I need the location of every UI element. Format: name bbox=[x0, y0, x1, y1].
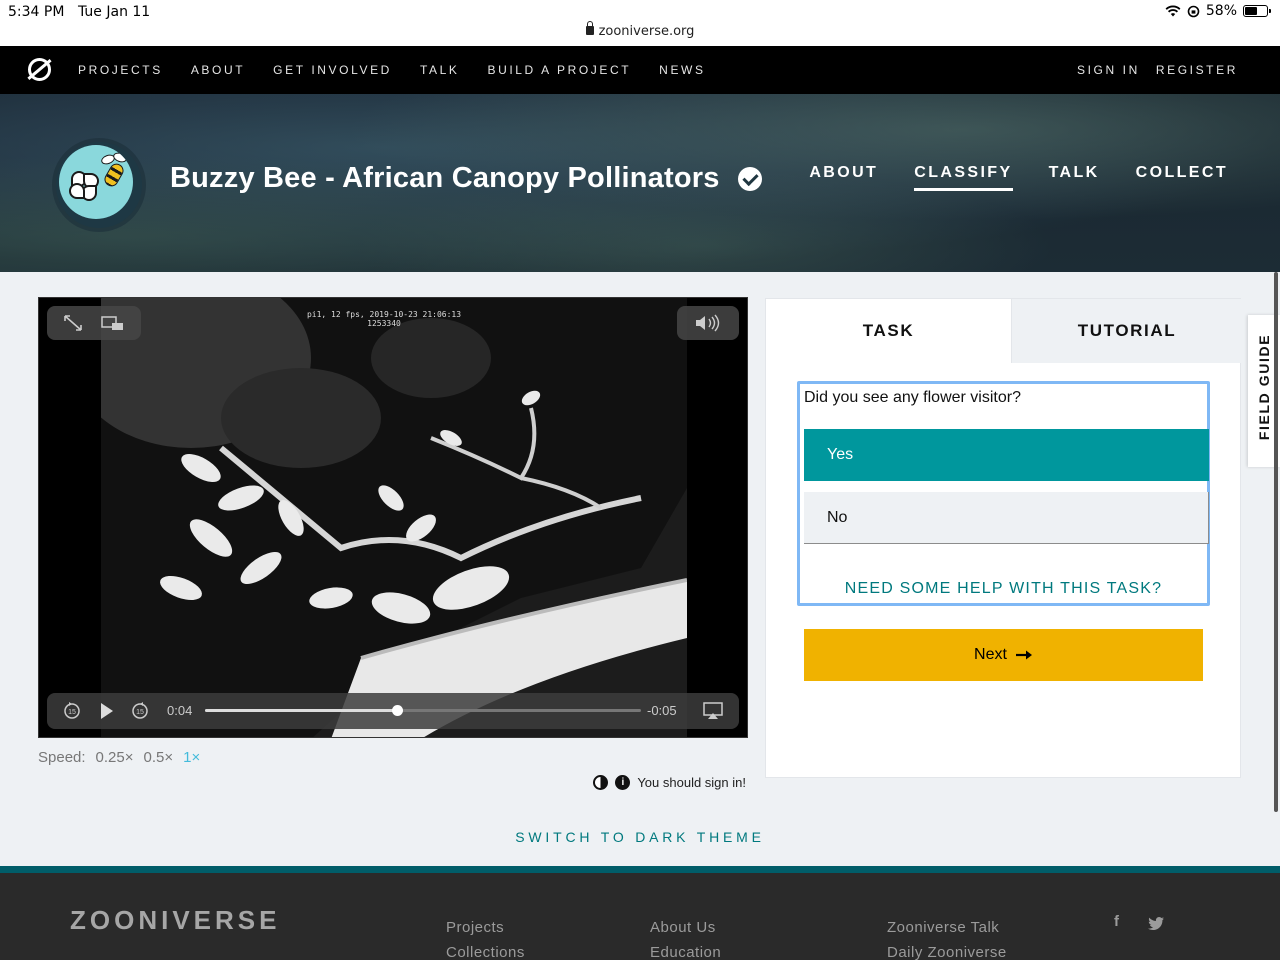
info-icon[interactable]: i bbox=[615, 775, 631, 790]
nav-news[interactable]: NEWS bbox=[659, 63, 705, 77]
nav-about[interactable]: ABOUT bbox=[191, 63, 245, 77]
task-tabs: TASK TUTORIAL bbox=[766, 299, 1242, 363]
facebook-icon[interactable]: f bbox=[1114, 913, 1119, 930]
footer: ZOONIVERSE Projects Collections About Us… bbox=[0, 866, 1280, 960]
battery-percent: 58% bbox=[1205, 3, 1237, 19]
signin-notice: i You should sign in! bbox=[593, 775, 746, 790]
project-nav-talk[interactable]: TALK bbox=[1049, 164, 1100, 191]
footer-link-daily-zooniverse[interactable]: Daily Zooniverse bbox=[887, 940, 1007, 960]
elapsed-time: 0:04 bbox=[167, 703, 193, 718]
scrubber-handle[interactable] bbox=[391, 705, 403, 716]
flower-branch-image bbox=[71, 298, 688, 737]
nav-get-involved[interactable]: GET INVOLVED bbox=[273, 63, 392, 77]
answer-yes[interactable]: Yes bbox=[804, 429, 1209, 481]
play-icon[interactable] bbox=[99, 702, 115, 720]
fullscreen-icon[interactable] bbox=[63, 314, 83, 332]
twitter-icon[interactable] bbox=[1148, 917, 1164, 930]
scrubber-progress bbox=[205, 709, 397, 712]
arrow-right-icon bbox=[1015, 650, 1032, 660]
project-header: Buzzy Bee - African Canopy Pollinators A… bbox=[0, 94, 1280, 272]
video-scrubber[interactable] bbox=[205, 705, 641, 716]
rewind-15-icon[interactable]: 15 bbox=[63, 702, 81, 720]
project-avatar[interactable] bbox=[56, 142, 142, 228]
contrast-icon[interactable] bbox=[593, 775, 609, 790]
svg-text:15: 15 bbox=[136, 709, 144, 716]
footer-link-about-us[interactable]: About Us bbox=[650, 915, 721, 940]
footer-link-zooniverse-talk[interactable]: Zooniverse Talk bbox=[887, 915, 1007, 940]
status-bar: 5:34 PM Tue Jan 11 zooniverse.org 58% bbox=[0, 0, 1280, 46]
footer-col-3: Zooniverse Talk Daily Zooniverse bbox=[887, 915, 1007, 960]
svg-text:15: 15 bbox=[68, 709, 76, 716]
footer-col-1: Projects Collections bbox=[446, 915, 525, 960]
register-link[interactable]: REGISTER bbox=[1156, 63, 1238, 77]
project-nav-classify[interactable]: CLASSIFY bbox=[914, 164, 1013, 191]
page-scrollbar[interactable] bbox=[1274, 272, 1278, 812]
next-button[interactable]: Next bbox=[804, 629, 1203, 681]
task-question: Did you see any flower visitor? bbox=[804, 389, 1021, 406]
answer-no[interactable]: No bbox=[804, 492, 1209, 544]
status-indicators: 58% bbox=[1165, 3, 1271, 19]
tab-task[interactable]: TASK bbox=[766, 299, 1011, 363]
url-text: zooniverse.org bbox=[598, 24, 695, 39]
main-nav-links: PROJECTS ABOUT GET INVOLVED TALK BUILD A… bbox=[78, 46, 706, 94]
nav-talk[interactable]: TALK bbox=[420, 63, 460, 77]
subject-video-viewer[interactable]: pi1, 12 fps, 2019-10-23 21:06:13 1253340… bbox=[38, 297, 748, 738]
signin-notice-text: You should sign in! bbox=[637, 775, 746, 790]
speed-option-0-5[interactable]: 0.5× bbox=[144, 749, 174, 766]
wifi-icon bbox=[1165, 5, 1181, 17]
footer-logo[interactable]: ZOONIVERSE bbox=[70, 905, 280, 936]
airplay-icon[interactable] bbox=[703, 702, 723, 720]
project-title[interactable]: Buzzy Bee - African Canopy Pollinators bbox=[170, 162, 762, 195]
footer-link-education[interactable]: Education bbox=[650, 940, 721, 960]
status-time: 5:34 PM bbox=[8, 4, 65, 20]
speed-option-1[interactable]: 1× bbox=[183, 749, 200, 766]
bee-flower-logo-icon bbox=[59, 145, 133, 219]
tab-tutorial[interactable]: TUTORIAL bbox=[1011, 299, 1242, 363]
project-nav-about[interactable]: ABOUT bbox=[809, 164, 878, 191]
sign-in-link[interactable]: SIGN IN bbox=[1077, 63, 1140, 77]
forward-15-icon[interactable]: 15 bbox=[131, 702, 149, 720]
volume-icon bbox=[696, 314, 720, 332]
playback-speed: Speed: 0.25× 0.5× 1× bbox=[38, 749, 200, 766]
address-bar[interactable]: zooniverse.org bbox=[0, 21, 1280, 39]
project-nav: ABOUT CLASSIFY TALK COLLECT bbox=[809, 164, 1228, 191]
status-date: Tue Jan 11 bbox=[78, 4, 151, 20]
top-nav: PROJECTS ABOUT GET INVOLVED TALK BUILD A… bbox=[0, 46, 1280, 94]
speed-option-0-25[interactable]: 0.25× bbox=[96, 749, 134, 766]
picture-in-picture-icon[interactable] bbox=[101, 314, 125, 332]
video-controls-bar: 15 15 0:04 -0:05 bbox=[47, 693, 739, 729]
task-help-link[interactable]: NEED SOME HELP WITH THIS TASK? bbox=[800, 580, 1207, 598]
footer-col-2: About Us Education bbox=[650, 915, 721, 960]
remaining-time: -0:05 bbox=[647, 703, 677, 718]
auth-links: SIGN IN REGISTER bbox=[1077, 46, 1238, 94]
task-panel: TASK TUTORIAL Did you see any flower vis… bbox=[765, 298, 1242, 778]
question-box: Did you see any flower visitor? Yes No N… bbox=[797, 381, 1210, 606]
footer-link-collections[interactable]: Collections bbox=[446, 940, 525, 960]
switch-dark-theme-link[interactable]: SWITCH TO DARK THEME bbox=[0, 829, 1280, 845]
video-timestamp-overlay: pi1, 12 fps, 2019-10-23 21:06:13 1253340 bbox=[39, 306, 747, 328]
zooniverse-logo-icon[interactable] bbox=[28, 58, 51, 81]
volume-control[interactable] bbox=[677, 306, 739, 340]
viewer-top-controls bbox=[47, 306, 141, 340]
project-nav-collect[interactable]: COLLECT bbox=[1136, 164, 1228, 191]
next-button-label: Next bbox=[974, 646, 1007, 663]
battery-icon bbox=[1243, 5, 1271, 17]
verified-badge-icon bbox=[737, 166, 762, 191]
field-guide-label: FIELD GUIDE bbox=[1256, 333, 1272, 441]
video-frame bbox=[71, 298, 688, 737]
nav-build-a-project[interactable]: BUILD A PROJECT bbox=[487, 63, 631, 77]
orientation-lock-icon bbox=[1187, 5, 1200, 17]
project-title-text: Buzzy Bee - African Canopy Pollinators bbox=[170, 162, 720, 194]
speed-label: Speed: bbox=[38, 749, 86, 766]
nav-projects[interactable]: PROJECTS bbox=[78, 63, 163, 77]
lock-icon bbox=[585, 21, 594, 35]
footer-link-projects[interactable]: Projects bbox=[446, 915, 525, 940]
